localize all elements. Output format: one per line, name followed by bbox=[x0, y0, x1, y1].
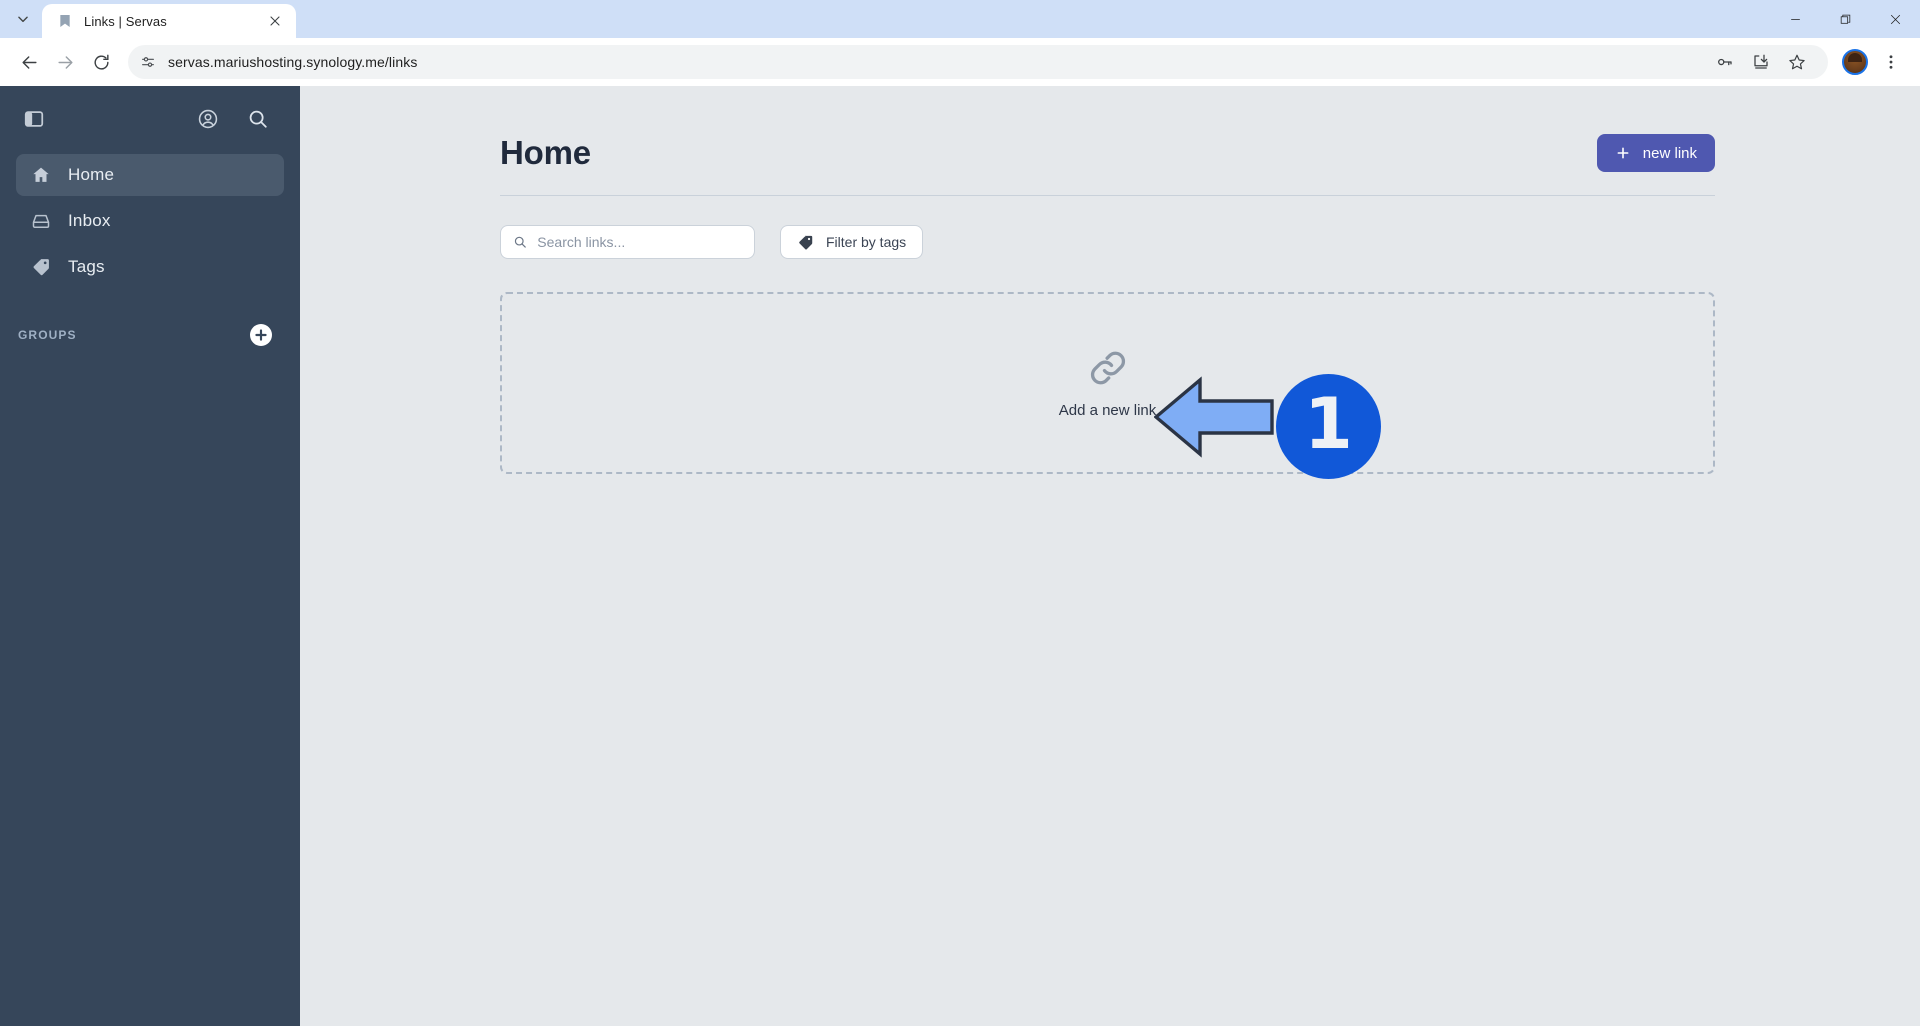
sidebar-item-label: Tags bbox=[68, 257, 105, 276]
browser-tab[interactable]: Links | Servas bbox=[42, 4, 296, 38]
sidebar-item-tags[interactable]: Tags bbox=[16, 246, 284, 288]
filter-by-tags-label: Filter by tags bbox=[826, 234, 907, 250]
sidebar-item-home[interactable]: Home bbox=[16, 154, 284, 196]
plus-icon bbox=[1617, 147, 1629, 159]
reload-icon bbox=[93, 54, 109, 70]
sidebar-toggle-icon[interactable] bbox=[20, 105, 48, 133]
window-controls bbox=[1770, 0, 1920, 38]
chain-link-icon bbox=[1087, 347, 1129, 394]
bookmark-star-icon[interactable] bbox=[1780, 45, 1814, 79]
address-bar[interactable]: servas.mariushosting.synology.me/links bbox=[128, 45, 1828, 79]
groups-section-header: GROUPS bbox=[16, 324, 284, 346]
sidebar-item-inbox[interactable]: Inbox bbox=[16, 200, 284, 242]
arrow-left-icon bbox=[21, 55, 37, 69]
tag-icon bbox=[799, 235, 813, 249]
install-app-icon[interactable] bbox=[1744, 45, 1778, 79]
browser-toolbar: servas.mariushosting.synology.me/links bbox=[0, 38, 1920, 86]
search-links-box[interactable] bbox=[500, 225, 755, 259]
tab-close-icon[interactable] bbox=[264, 10, 286, 32]
url-text: servas.mariushosting.synology.me/links bbox=[168, 54, 418, 70]
sidebar-nav: Home Inbox Tags bbox=[16, 154, 284, 288]
sidebar-header-actions bbox=[194, 105, 280, 133]
home-icon bbox=[30, 164, 52, 186]
search-input[interactable] bbox=[537, 234, 742, 250]
close-icon bbox=[1890, 14, 1900, 24]
header-divider bbox=[500, 195, 1715, 196]
add-new-link-dropzone[interactable]: Add a new link bbox=[500, 292, 1715, 474]
plus-circle-icon bbox=[251, 325, 271, 345]
tag-icon bbox=[30, 256, 52, 278]
browser-window: Links | Servas servas.mariushosting.syno… bbox=[0, 0, 1920, 1026]
sidebar-item-label: Inbox bbox=[68, 211, 111, 230]
tab-search-button[interactable] bbox=[4, 4, 42, 34]
minimize-icon bbox=[1790, 18, 1800, 20]
back-button[interactable] bbox=[12, 45, 46, 79]
password-manager-icon[interactable] bbox=[1708, 45, 1742, 79]
filter-bar: Filter by tags bbox=[500, 225, 1715, 259]
maximize-icon bbox=[1840, 14, 1850, 24]
new-link-button-label: new link bbox=[1642, 144, 1697, 162]
close-window-button[interactable] bbox=[1870, 0, 1920, 38]
servas-bookmark-favicon bbox=[56, 12, 74, 30]
avatar bbox=[1842, 49, 1868, 75]
sidebar-header bbox=[16, 86, 284, 152]
chevron-down-icon bbox=[18, 16, 28, 23]
more-vertical-icon bbox=[1889, 55, 1893, 69]
new-link-button[interactable]: new link bbox=[1596, 134, 1715, 172]
main-content: Home new link Search links... Filter by … bbox=[300, 86, 1920, 1026]
add-new-link-label: Add a new link bbox=[1058, 402, 1157, 419]
add-group-button[interactable] bbox=[250, 324, 272, 346]
reload-button[interactable] bbox=[84, 45, 118, 79]
forward-button[interactable] bbox=[48, 45, 82, 79]
arrow-right-icon bbox=[57, 55, 73, 69]
sidebar-item-label: Home bbox=[68, 165, 115, 184]
filter-by-tags-button[interactable]: Filter by tags bbox=[780, 225, 924, 259]
account-icon[interactable] bbox=[194, 105, 222, 133]
main-header: Home new link bbox=[500, 134, 1715, 172]
search-icon bbox=[514, 236, 526, 248]
minimize-button[interactable] bbox=[1770, 0, 1820, 38]
groups-label: GROUPS bbox=[18, 328, 77, 342]
sidebar: Home Inbox Tags GROUPS bbox=[0, 86, 300, 1026]
profile-button[interactable] bbox=[1838, 45, 1872, 79]
browser-menu-button[interactable] bbox=[1874, 45, 1908, 79]
page-title: Home bbox=[500, 134, 591, 171]
tab-title: Links | Servas bbox=[84, 13, 167, 29]
search-icon[interactable] bbox=[244, 105, 272, 133]
omnibox-actions bbox=[1708, 45, 1814, 79]
tab-strip: Links | Servas bbox=[0, 0, 1920, 38]
site-settings-icon[interactable] bbox=[138, 52, 158, 72]
page-content: Home Inbox Tags GROUPS Home new link Sea… bbox=[0, 86, 1920, 1026]
maximize-button[interactable] bbox=[1820, 0, 1870, 38]
inbox-icon bbox=[30, 210, 52, 232]
